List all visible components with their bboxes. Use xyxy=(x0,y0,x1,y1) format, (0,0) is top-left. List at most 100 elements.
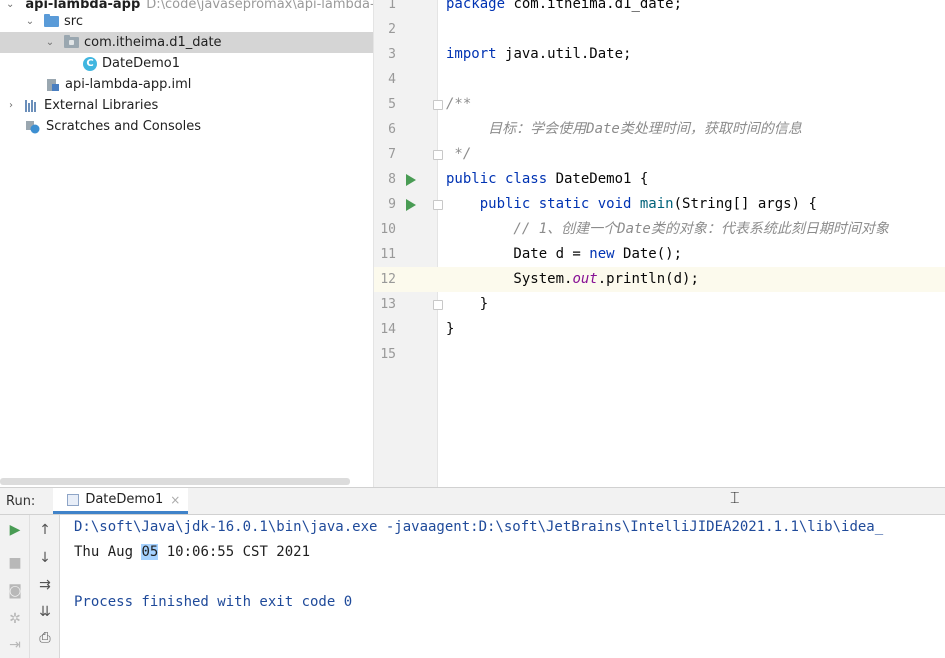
code-token: Date(); xyxy=(623,246,683,262)
chevron-down-icon[interactable]: ⌄ xyxy=(24,16,36,27)
resize-cursor-icon: ⌶ xyxy=(730,488,740,507)
run-toolwindow-header: Run: DateDemo1 × xyxy=(0,487,945,515)
line-number: 14 xyxy=(380,322,396,337)
run-gutter-icon[interactable] xyxy=(406,199,416,211)
tree-item-label: DateDemo1 xyxy=(102,56,180,71)
code-text: } xyxy=(446,292,488,317)
fold-marker-icon[interactable] xyxy=(433,300,443,310)
code-line[interactable]: 8 public class DateDemo1 { xyxy=(374,167,945,192)
print-icon[interactable]: ⎙ xyxy=(35,628,55,648)
code-text: */ xyxy=(446,142,471,167)
line-number: 10 xyxy=(380,222,396,237)
rerun-icon[interactable]: ▶ xyxy=(5,520,25,540)
run-tab-datedemo1[interactable]: DateDemo1 × xyxy=(53,488,189,514)
run-label: Run: xyxy=(6,493,36,509)
tree-item-label: com.itheima.d1_date xyxy=(84,35,222,50)
tree-item-label: src xyxy=(64,14,83,29)
arrow-up-icon[interactable]: ↑ xyxy=(35,520,55,540)
line-number: 12 xyxy=(380,272,396,287)
line-number: 13 xyxy=(380,297,396,312)
console-output-line: Thu Aug 05 10:06:55 CST 2021 xyxy=(74,540,310,565)
console-command-line: D:\soft\Java\jdk-16.0.1\bin\java.exe -ja… xyxy=(74,519,884,535)
line-number: 2 xyxy=(388,22,396,37)
run-toolbar-primary: ▶ ■ ◙ ✲ ⇥ xyxy=(0,515,30,658)
code-token: } xyxy=(446,321,455,337)
line-number: 3 xyxy=(388,47,396,62)
console-exit-line: Process finished with exit code 0 xyxy=(74,594,353,610)
console-output-prefix: Thu Aug xyxy=(74,544,142,560)
console-output[interactable]: D:\soft\Java\jdk-16.0.1\bin\java.exe -ja… xyxy=(60,515,945,658)
tree-item-scratches[interactable]: Scratches and Consoles xyxy=(0,116,373,137)
code-token: new xyxy=(589,246,624,262)
code-line[interactable]: 3 import java.util.Date; xyxy=(374,42,945,67)
libraries-icon xyxy=(25,99,39,112)
tree-item-src[interactable]: ⌄ src xyxy=(0,11,373,32)
fold-marker-icon[interactable] xyxy=(433,200,443,210)
code-line[interactable]: 6 目标：学会使用Date类处理时间，获取时间的信息 xyxy=(374,117,945,142)
chevron-down-icon[interactable]: ⌄ xyxy=(6,0,14,10)
code-text: // 1、创建一个Date类的对象：代表系统此刻日期时间对象 xyxy=(446,217,888,242)
package-icon xyxy=(64,35,79,48)
chevron-down-icon[interactable]: ⌄ xyxy=(44,37,56,48)
code-line[interactable]: 12 System.out.println(d); xyxy=(374,267,945,292)
tree-item-class[interactable]: C DateDemo1 xyxy=(0,53,373,74)
tree-item-external-libraries[interactable]: › External Libraries xyxy=(0,95,373,116)
fold-marker-icon[interactable] xyxy=(433,100,443,110)
tree-item-label: External Libraries xyxy=(44,98,159,113)
code-line[interactable]: 7 */ xyxy=(374,142,945,167)
run-gutter-icon[interactable] xyxy=(406,174,416,186)
code-token: public class xyxy=(446,171,556,187)
project-tree: ⌄ api-lambda-app D:\code\javasepromax\ap… xyxy=(0,0,373,487)
code-token: com.itheima.d1_date; xyxy=(513,0,683,12)
code-token: package xyxy=(446,0,514,12)
stop-icon[interactable]: ■ xyxy=(5,553,25,573)
exit-icon[interactable]: ⇥ xyxy=(5,635,25,655)
module-file-icon xyxy=(46,78,60,92)
code-line[interactable]: 9 public static void main(String[] args)… xyxy=(374,192,945,217)
code-token: DateDemo1 { xyxy=(555,171,649,187)
debug-icon[interactable]: ✲ xyxy=(5,609,25,629)
code-text: import java.util.Date; xyxy=(446,42,631,67)
line-number: 7 xyxy=(388,147,396,162)
code-line[interactable]: 14} xyxy=(374,317,945,342)
java-class-icon: C xyxy=(83,56,97,71)
line-number: 11 xyxy=(380,247,396,262)
scroll-to-end-icon[interactable]: ⇊ xyxy=(35,602,55,622)
code-token: out xyxy=(572,271,598,287)
code-text: System.out.println(d); xyxy=(446,267,698,292)
camera-icon[interactable]: ◙ xyxy=(5,581,25,601)
source-folder-icon xyxy=(44,14,59,27)
line-number: 1 xyxy=(388,0,396,12)
line-number: 6 xyxy=(388,122,396,137)
soft-wrap-icon[interactable]: ⇉ xyxy=(35,575,55,595)
code-token: import xyxy=(446,46,506,62)
line-number: 4 xyxy=(388,72,396,87)
run-tab-label: DateDemo1 xyxy=(85,492,164,507)
code-line[interactable]: 2 xyxy=(374,17,945,42)
code-line[interactable]: 4 xyxy=(374,67,945,92)
code-line[interactable]: 5 /** xyxy=(374,92,945,117)
code-editor[interactable]: 1 package com.itheima.d1_date; 2 3 import ja… xyxy=(373,0,945,487)
code-line[interactable]: 13 } xyxy=(374,292,945,317)
code-line[interactable]: 10 // 1、创建一个Date类的对象：代表系统此刻日期时间对象 xyxy=(374,217,945,242)
code-text: public static void main(String[] args) { xyxy=(446,192,817,217)
chevron-right-icon[interactable]: › xyxy=(5,100,17,111)
console-selected-text: 05 xyxy=(141,544,159,560)
console-output-suffix: 10:06:55 CST 2021 xyxy=(158,544,311,560)
run-config-icon xyxy=(67,493,80,506)
code-token: /** xyxy=(446,96,472,112)
code-text: Date d = new Date(); xyxy=(446,242,682,267)
close-icon[interactable]: × xyxy=(170,493,180,507)
line-number: 9 xyxy=(388,197,396,212)
code-text: 目标：学会使用Date类处理时间，获取时间的信息 xyxy=(446,117,802,142)
code-line[interactable]: 1 package com.itheima.d1_date; xyxy=(374,0,945,17)
fold-marker-icon[interactable] xyxy=(433,150,443,160)
tree-item-iml[interactable]: api-lambda-app.iml xyxy=(0,74,373,95)
code-line[interactable]: 15 xyxy=(374,342,945,367)
code-line[interactable]: 11 Date d = new Date(); xyxy=(374,242,945,267)
tree-item-package[interactable]: ⌄ com.itheima.d1_date xyxy=(0,32,373,53)
horizontal-scrollbar[interactable] xyxy=(0,478,350,485)
arrow-down-icon[interactable]: ↓ xyxy=(35,548,55,568)
code-text: package com.itheima.d1_date; xyxy=(446,0,682,17)
code-text: /** xyxy=(446,92,471,117)
